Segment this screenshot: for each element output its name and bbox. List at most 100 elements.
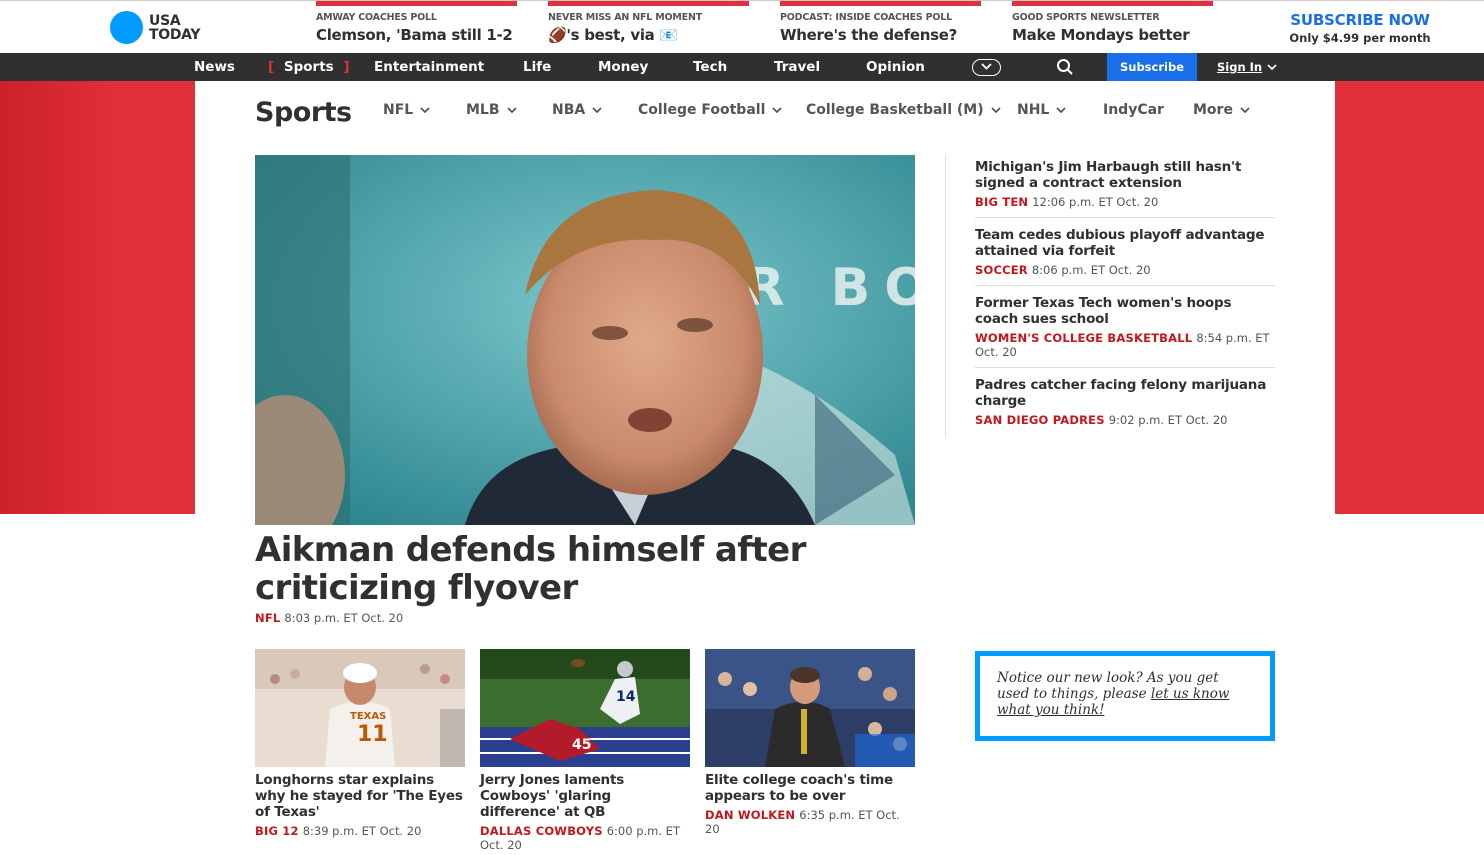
- usa-today-logo[interactable]: USA TODAY: [110, 11, 201, 44]
- subnav-college-basketball[interactable]: College Basketball (M): [806, 102, 1003, 118]
- right-backdrop: [1335, 81, 1484, 514]
- nav-entertainment[interactable]: Entertainment: [374, 53, 484, 81]
- sign-in-label: Sign In: [1217, 60, 1263, 74]
- main-nav: News [ Sports ] Entertainment Life Money…: [0, 53, 1484, 81]
- svg-text:TEXAS: TEXAS: [350, 711, 386, 722]
- story-card-meta: DALLAS COWBOYS 6:00 p.m. ET Oct. 20: [480, 824, 690, 852]
- nav-life[interactable]: Life: [523, 53, 551, 81]
- subscribe-now-link[interactable]: SUBSCRIBE NOW Only $4.99 per month: [1287, 11, 1433, 45]
- subnav-more[interactable]: More: [1193, 102, 1252, 118]
- story-card-meta: DAN WOLKEN 6:35 p.m. ET Oct. 20: [705, 808, 915, 836]
- logo-line-2: TODAY: [149, 26, 201, 43]
- story-card-title: Jerry Jones laments Cowboys' 'glaring di…: [480, 772, 625, 820]
- subnav-label: NFL: [383, 102, 414, 118]
- chevron-down-icon: [981, 63, 992, 70]
- svg-text:11: 11: [357, 722, 388, 747]
- chevron-down-icon: [990, 107, 1001, 114]
- more-sections-toggle[interactable]: [972, 59, 1001, 76]
- nav-money[interactable]: Money: [598, 53, 648, 81]
- rail-story[interactable]: Former Texas Tech women's hoops coach su…: [975, 295, 1275, 359]
- promo-coaches-poll[interactable]: AMWAY COACHES POLL Clemson, 'Bama still …: [316, 1, 517, 54]
- subnav-label: More: [1193, 102, 1233, 118]
- story-card[interactable]: 45 14 Jerry Jones laments Cowboys' 'glar…: [480, 649, 690, 852]
- story-card-image: [705, 649, 915, 767]
- nav-tech[interactable]: Tech: [693, 53, 727, 81]
- nav-news[interactable]: News: [194, 53, 235, 81]
- story-card-title: Longhorns star explains why he stayed fo…: [255, 772, 463, 820]
- chevron-down-icon: [1267, 64, 1277, 70]
- promo-headline: Make Mondays better: [1012, 26, 1190, 44]
- promo-headline: 🏈's best, via 📧: [548, 26, 678, 44]
- subnav-label: NBA: [552, 102, 586, 118]
- rail-story-tag: SAN DIEGO PADRES: [975, 413, 1105, 427]
- promo-kicker: PODCAST: INSIDE COACHES POLL: [780, 12, 952, 23]
- story-card-time: 8:39 p.m. ET Oct. 20: [302, 824, 422, 838]
- longhorns-photo: TEXAS 11: [255, 649, 465, 767]
- section-title[interactable]: Sports: [255, 97, 352, 128]
- active-bracket-open: [: [268, 59, 275, 75]
- subscribe-now-title: SUBSCRIBE NOW: [1290, 11, 1430, 29]
- subnav-label: MLB: [466, 102, 500, 118]
- rail-story[interactable]: Padres catcher facing felony marijuana c…: [975, 377, 1275, 427]
- rail-story-meta: BIG TEN 12:06 p.m. ET Oct. 20: [975, 195, 1275, 209]
- story-card-image: TEXAS 11: [255, 649, 465, 767]
- active-bracket-close: ]: [343, 59, 350, 75]
- nav-travel[interactable]: Travel: [774, 53, 820, 81]
- chevron-down-icon: [420, 107, 430, 114]
- story-card[interactable]: Elite college coach's time appears to be…: [705, 649, 915, 836]
- nav-sports[interactable]: [ Sports ]: [268, 53, 350, 81]
- search-icon: [1057, 59, 1073, 75]
- subnav-label: College Football: [638, 102, 766, 118]
- logo-dot-icon: [110, 11, 143, 44]
- subnav-college-football[interactable]: College Football: [638, 102, 784, 118]
- story-card[interactable]: TEXAS 11 Longhorns star explains why he …: [255, 649, 465, 838]
- rail-story-time: 8:06 p.m. ET Oct. 20: [1031, 263, 1151, 277]
- story-card-tag: DALLAS COWBOYS: [480, 824, 603, 838]
- nav-sports-label: Sports: [283, 59, 334, 75]
- subnav-indycar[interactable]: IndyCar: [1103, 102, 1164, 118]
- promo-kicker: AMWAY COACHES POLL: [316, 12, 437, 23]
- chevron-down-icon: [772, 107, 783, 114]
- left-backdrop: [0, 81, 195, 514]
- rail-story[interactable]: Michigan's Jim Harbaugh still hasn't sig…: [975, 159, 1275, 209]
- subnav-nhl[interactable]: NHL: [1017, 102, 1068, 118]
- chevron-down-icon: [506, 107, 517, 114]
- subscribe-button[interactable]: Subscribe: [1107, 53, 1197, 81]
- section-header: Sports: [255, 92, 352, 132]
- chevron-down-icon: [592, 107, 602, 114]
- feedback-text: Notice our new look? As you get used to …: [997, 670, 1253, 718]
- search-button[interactable]: [1056, 58, 1074, 80]
- rail-story-title: Former Texas Tech women's hoops coach su…: [975, 295, 1232, 327]
- hero-meta: NFL 8:03 p.m. ET Oct. 20: [255, 611, 403, 625]
- subnav-mlb[interactable]: MLB: [466, 102, 519, 118]
- svg-text:45: 45: [572, 737, 591, 753]
- rail-story-tag: WOMEN'S COLLEGE BASKETBALL: [975, 331, 1193, 345]
- subscribe-price: Only $4.99 per month: [1289, 31, 1431, 45]
- story-card-title: Elite college coach's time appears to be…: [705, 772, 893, 804]
- hero-headline[interactable]: Aikman defends himself after criticizing…: [255, 531, 895, 607]
- rail-story[interactable]: Team cedes dubious playoff advantage att…: [975, 227, 1275, 277]
- rail-story-title: Michigan's Jim Harbaugh still hasn't sig…: [975, 159, 1242, 191]
- rail-separator: [975, 217, 1275, 218]
- promo-podcast[interactable]: PODCAST: INSIDE COACHES POLL Where's the…: [780, 1, 981, 54]
- svg-text:14: 14: [616, 689, 636, 705]
- sign-in-button[interactable]: Sign In: [1217, 53, 1277, 81]
- story-card-meta: BIG 12 8:39 p.m. ET Oct. 20: [255, 824, 465, 838]
- coach-photo: [705, 649, 915, 767]
- rail-separator: [975, 367, 1275, 368]
- rail-story-meta: SOCCER 8:06 p.m. ET Oct. 20: [975, 263, 1275, 277]
- hero-image[interactable]: ER BO: [255, 155, 915, 525]
- hero-photo: ER BO: [255, 155, 915, 525]
- promo-newsletter[interactable]: GOOD SPORTS NEWSLETTER Make Mondays bett…: [1012, 1, 1213, 54]
- rail-separator: [975, 285, 1275, 286]
- hero-time: 8:03 p.m. ET Oct. 20: [284, 611, 404, 625]
- cowboys-photo: 45 14: [480, 649, 690, 767]
- rail-story-meta: WOMEN'S COLLEGE BASKETBALL 8:54 p.m. ET O…: [975, 331, 1275, 359]
- hero-tag[interactable]: NFL: [255, 611, 280, 625]
- subnav-nfl[interactable]: NFL: [383, 102, 432, 118]
- subnav-nba[interactable]: NBA: [552, 102, 604, 118]
- nav-opinion[interactable]: Opinion: [866, 53, 925, 81]
- promo-headline: Where's the defense?: [780, 26, 958, 44]
- rail-story-time: 9:02 p.m. ET Oct. 20: [1108, 413, 1228, 427]
- promo-nfl-moment[interactable]: NEVER MISS AN NFL MOMENT 🏈's best, via 📧: [548, 1, 749, 54]
